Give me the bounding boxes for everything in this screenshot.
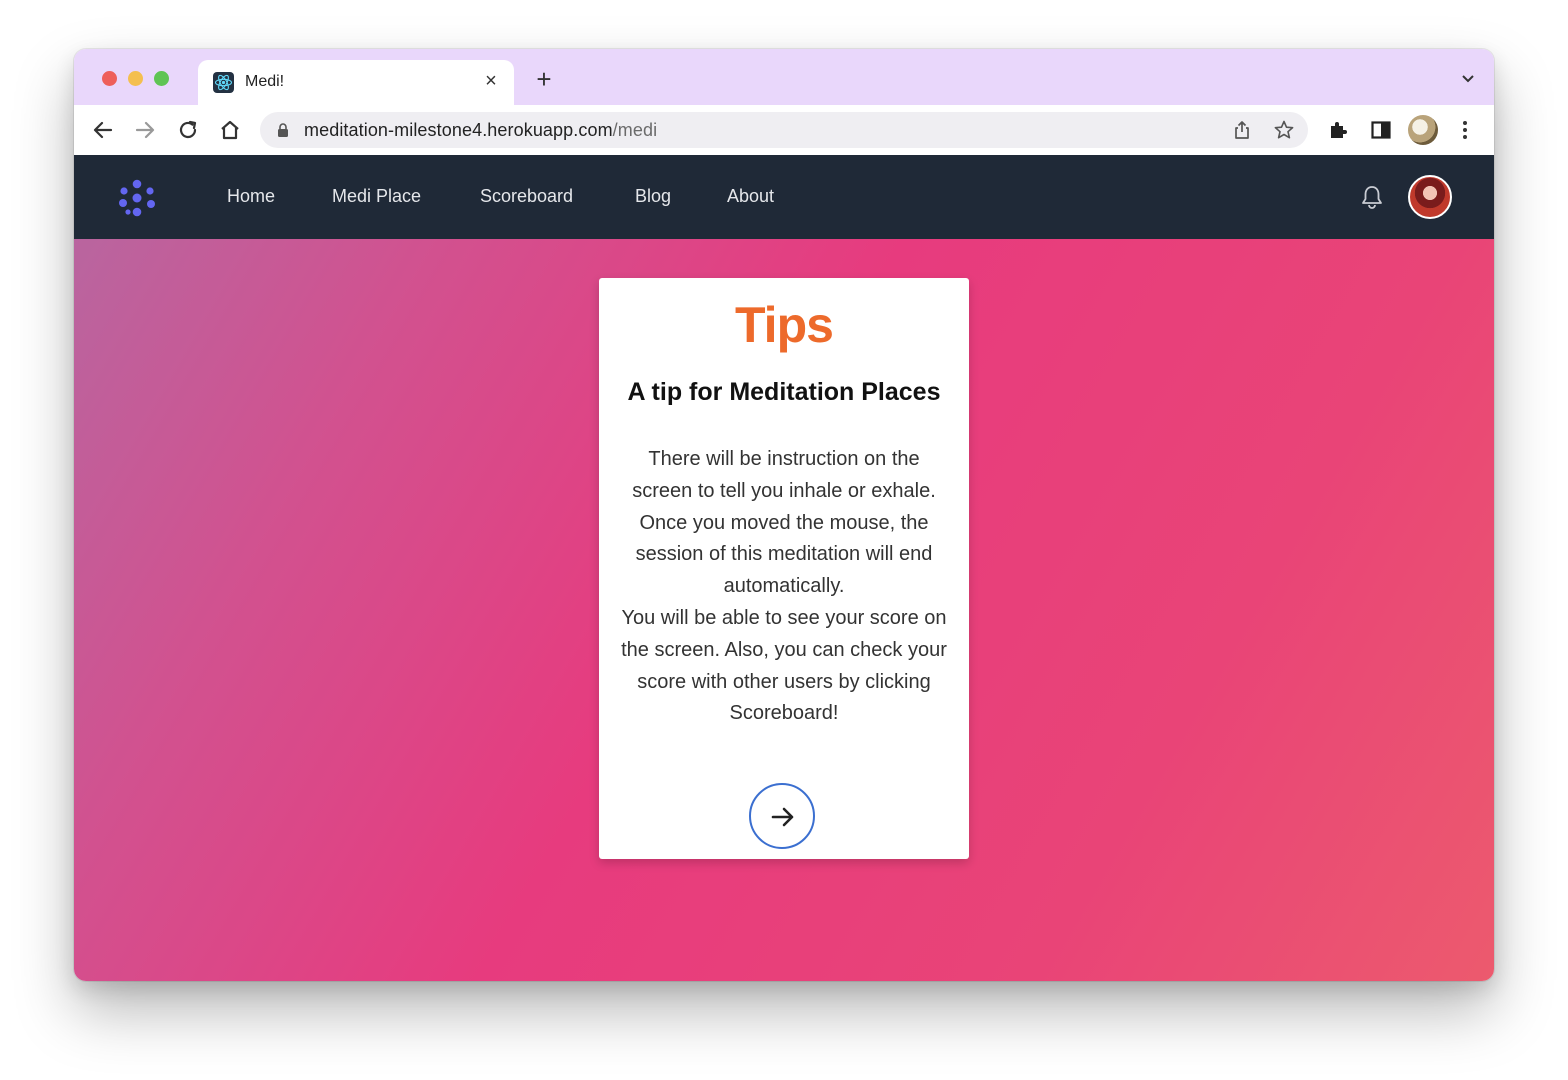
browser-toolbar: meditation-milestone4.herokuapp.com/medi [74, 105, 1494, 155]
nav-medi-place[interactable]: Medi Place [332, 186, 421, 207]
share-icon[interactable] [1231, 119, 1253, 141]
address-bar[interactable]: meditation-milestone4.herokuapp.com/medi [260, 112, 1308, 148]
react-favicon-icon [213, 72, 234, 93]
more-icon[interactable] [1453, 118, 1477, 142]
tab-title: Medi! [245, 73, 285, 90]
user-avatar[interactable] [1408, 175, 1452, 219]
card-body: There will be instruction on the screen … [621, 444, 947, 730]
extensions-icon[interactable] [1326, 118, 1350, 142]
tab-menu-icon[interactable] [1460, 71, 1476, 87]
browser-window: Medi! × + meditation-milestone4.herokuap… [74, 49, 1494, 981]
nav-home[interactable]: Home [227, 186, 275, 207]
nav-about[interactable]: About [727, 186, 774, 207]
tip-paragraph: Once you moved the mouse, the session of… [635, 511, 933, 598]
nav-blog[interactable]: Blog [635, 186, 671, 207]
back-icon[interactable] [91, 118, 115, 142]
site-navbar: Home Medi Place Scoreboard Blog About [74, 155, 1494, 239]
profile-icon[interactable] [1408, 115, 1438, 145]
card-subtitle: A tip for Meditation Places [627, 378, 941, 406]
tip-paragraph: You will be able to see your score on th… [621, 606, 947, 725]
minimize-window-button[interactable] [128, 71, 143, 86]
nav-scoreboard[interactable]: Scoreboard [480, 186, 573, 207]
url-host: meditation-milestone4.herokuapp.com [304, 120, 613, 140]
arrow-right-icon [771, 807, 794, 827]
new-tab-icon[interactable]: + [532, 66, 556, 92]
url-path: /medi [612, 120, 658, 140]
home-icon[interactable] [218, 118, 242, 142]
tab-close-icon[interactable]: × [480, 70, 502, 92]
bell-icon[interactable] [1358, 183, 1386, 211]
lock-icon[interactable] [276, 123, 290, 137]
reload-icon[interactable] [176, 118, 200, 142]
maximize-window-button[interactable] [154, 71, 169, 86]
star-icon[interactable] [1273, 119, 1295, 141]
tips-card: Tips A tip for Meditation Places There w… [599, 278, 969, 859]
tab-strip: Medi! × + [74, 49, 1494, 105]
forward-icon[interactable] [133, 118, 157, 142]
browser-tab[interactable]: Medi! × [198, 60, 514, 105]
url-text[interactable]: meditation-milestone4.herokuapp.com/medi [304, 120, 657, 141]
card-title: Tips [735, 297, 834, 353]
sidepanel-icon[interactable] [1369, 118, 1393, 142]
next-button[interactable] [749, 783, 815, 849]
main-content: Tips A tip for Meditation Places There w… [74, 239, 1494, 981]
logo-icon[interactable] [116, 177, 158, 219]
close-window-button[interactable] [102, 71, 117, 86]
tip-paragraph: There will be instruction on the screen … [632, 448, 936, 502]
